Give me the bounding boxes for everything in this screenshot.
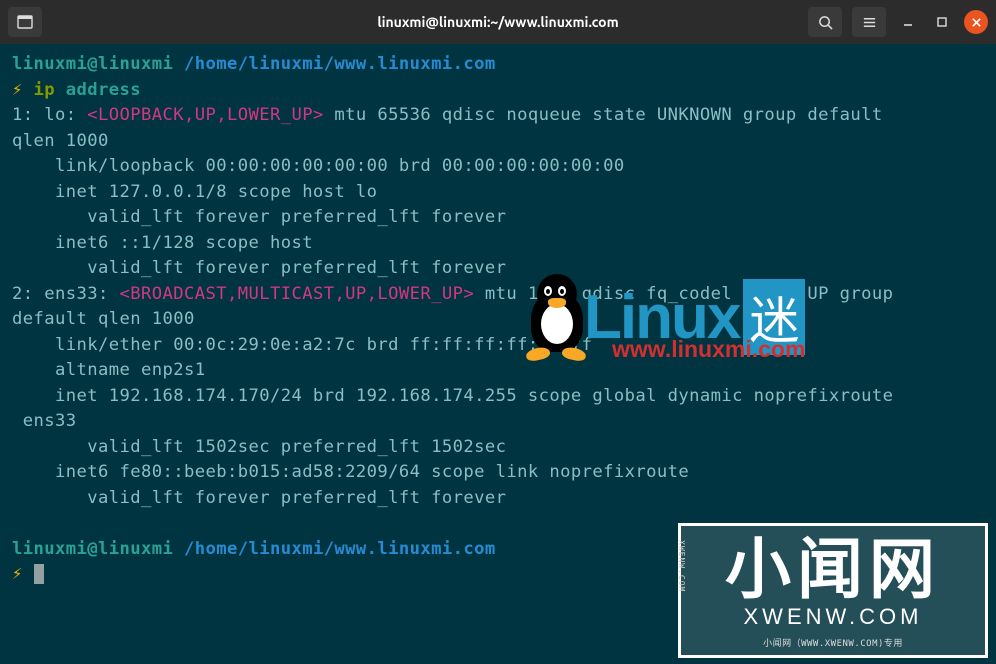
output-line: valid_lft forever preferred_lft forever xyxy=(12,205,984,231)
watermark-footer-text: 小闻网（WWW.XWENW.COM)专用 xyxy=(689,636,977,649)
output-line: ens33 xyxy=(12,409,984,435)
cwd-path: /home/linuxmi/www.linuxmi.com xyxy=(184,539,496,559)
output-line: valid_lft 1502sec preferred_lft 1502sec xyxy=(12,435,984,461)
hamburger-icon xyxy=(862,15,877,30)
output-line: qlen 1000 xyxy=(12,129,984,155)
blank-line xyxy=(12,511,984,537)
terminal-area[interactable]: linuxmi@linuxmi /home/linuxmi/www.linuxm… xyxy=(0,44,996,596)
menu-button[interactable] xyxy=(852,7,886,37)
output-line: valid_lft forever preferred_lft forever xyxy=(12,256,984,282)
prompt-line-2: linuxmi@linuxmi /home/linuxmi/www.linuxm… xyxy=(12,537,984,563)
titlebar-right-group xyxy=(808,7,988,37)
cursor xyxy=(34,564,44,584)
output-line: inet6 ::1/128 scope host xyxy=(12,231,984,257)
output-line: valid_lft forever preferred_lft forever xyxy=(12,486,984,512)
output-line: inet 192.168.174.170/24 brd 192.168.174.… xyxy=(12,384,984,410)
window-title: linuxmi@linuxmi:~/www.linuxmi.com xyxy=(377,14,618,30)
close-icon xyxy=(971,17,982,28)
output-line: altname enp2s1 xyxy=(12,358,984,384)
user-host: linuxmi@linuxmi xyxy=(12,539,173,559)
prompt-symbol: ⚡ xyxy=(12,80,23,100)
prompt-line-1: linuxmi@linuxmi /home/linuxmi/www.linuxm… xyxy=(12,52,984,78)
new-tab-button[interactable] xyxy=(8,7,42,37)
command-arg: address xyxy=(66,80,141,100)
command-name: ip xyxy=(34,80,56,100)
watermark-sub-text: XWENW.COM xyxy=(689,604,977,630)
cwd-path: /home/linuxmi/www.linuxmi.com xyxy=(184,54,496,74)
search-icon xyxy=(818,15,833,30)
iface-flags: <BROADCAST,MULTICAST,UP,LOWER_UP> xyxy=(119,284,474,304)
search-button[interactable] xyxy=(808,7,842,37)
prompt-cursor-line: ⚡ xyxy=(12,562,984,588)
close-button[interactable] xyxy=(964,10,988,34)
maximize-button[interactable] xyxy=(930,10,954,34)
command-line: ⚡ ip address xyxy=(12,78,984,104)
user-host: linuxmi@linuxmi xyxy=(12,54,173,74)
titlebar-left-group xyxy=(8,7,42,37)
minimize-button[interactable] xyxy=(896,10,920,34)
output-line: inet 127.0.0.1/8 scope host lo xyxy=(12,180,984,206)
output-line: 2: ens33: <BROADCAST,MULTICAST,UP,LOWER_… xyxy=(12,282,984,308)
terminal-icon xyxy=(17,14,33,30)
output-line: inet6 fe80::beeb:b015:ad58:2209/64 scope… xyxy=(12,460,984,486)
output-line: 1: lo: <LOOPBACK,UP,LOWER_UP> mtu 65536 … xyxy=(12,103,984,129)
minimize-icon xyxy=(902,16,914,28)
output-line: link/ether 00:0c:29:0e:a2:7c brd ff:ff:f… xyxy=(12,333,984,359)
maximize-icon xyxy=(936,16,948,28)
output-line: default qlen 1000 xyxy=(12,307,984,333)
iface-flags: <LOOPBACK,UP,LOWER_UP> xyxy=(87,105,323,125)
output-line: link/loopback 00:00:00:00:00:00 brd 00:0… xyxy=(12,154,984,180)
prompt-symbol: ⚡ xyxy=(12,564,23,584)
window-titlebar: linuxmi@linuxmi:~/www.linuxmi.com xyxy=(0,0,996,44)
